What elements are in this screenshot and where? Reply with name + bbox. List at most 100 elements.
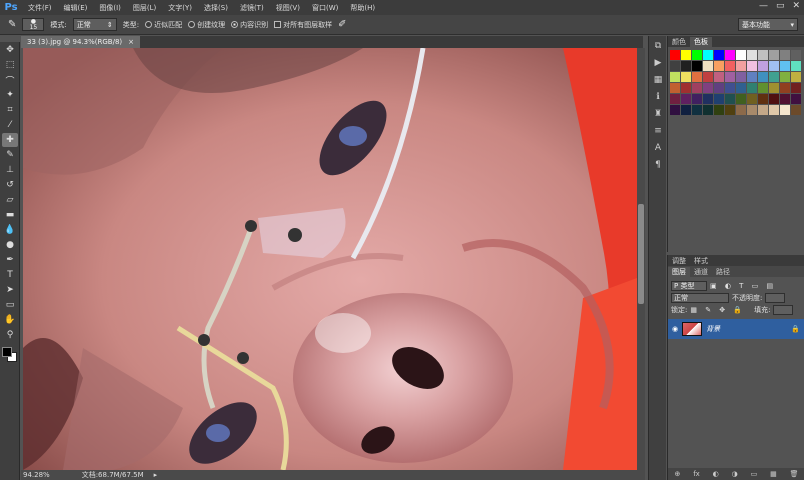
swatch[interactable] xyxy=(681,94,691,104)
swatch[interactable] xyxy=(758,50,768,60)
swatch[interactable] xyxy=(791,94,801,104)
swatch[interactable] xyxy=(769,94,779,104)
properties-icon[interactable]: ▦ xyxy=(651,73,665,87)
swatch[interactable] xyxy=(736,83,746,93)
pressure-icon[interactable]: ✐ xyxy=(338,19,346,30)
spot-healing-icon[interactable]: ✚ xyxy=(2,133,18,147)
blend-mode-select[interactable]: 正常 xyxy=(671,293,729,303)
status-arrow-icon[interactable]: ▸ xyxy=(154,471,158,479)
actions-icon[interactable]: ▶ xyxy=(651,56,665,70)
history-icon[interactable]: ⧉ xyxy=(651,39,665,53)
crop-tool-icon[interactable]: ⌗ xyxy=(2,103,18,117)
vertical-scrollbar[interactable] xyxy=(637,48,645,470)
swatch[interactable] xyxy=(725,72,735,82)
swatch[interactable] xyxy=(714,50,724,60)
menu-item-7[interactable]: 视图(V) xyxy=(270,3,306,13)
lasso-tool-icon[interactable]: ⌒ xyxy=(2,73,18,87)
doc-info[interactable]: 文档:68.7M/67.5M xyxy=(82,470,144,480)
menu-item-1[interactable]: 编辑(E) xyxy=(58,3,94,13)
dodge-icon[interactable]: ● xyxy=(2,238,18,252)
swatch[interactable] xyxy=(736,94,746,104)
brush-tool-preset-icon[interactable]: ✎ xyxy=(8,19,16,30)
swatch[interactable] xyxy=(791,50,801,60)
swatch[interactable] xyxy=(780,61,790,71)
swatch[interactable] xyxy=(736,50,746,60)
zoom-icon[interactable]: ⚲ xyxy=(2,328,18,342)
tab-layers[interactable]: 图层 xyxy=(668,267,690,277)
eye-icon[interactable]: ◉ xyxy=(672,325,678,333)
swatch[interactable] xyxy=(747,94,757,104)
layers-footer-icon-3[interactable]: ◑ xyxy=(732,470,738,478)
swatch[interactable] xyxy=(791,61,801,71)
swatch[interactable] xyxy=(747,61,757,71)
minimize-button[interactable]: — xyxy=(759,1,768,11)
layers-footer-icon-0[interactable]: ⊕ xyxy=(674,470,680,478)
layers-footer-icon-6[interactable]: 🗑 xyxy=(790,470,799,478)
history-brush-icon[interactable]: ↺ xyxy=(2,178,18,192)
swatch[interactable] xyxy=(714,94,724,104)
info-icon[interactable]: ℹ xyxy=(651,90,665,104)
swatch[interactable] xyxy=(791,83,801,93)
hand-icon[interactable]: ✋ xyxy=(2,313,18,327)
swatch[interactable] xyxy=(758,72,768,82)
swatch[interactable] xyxy=(780,72,790,82)
swatch[interactable] xyxy=(758,61,768,71)
close-button[interactable]: ✕ xyxy=(792,1,800,11)
swatch[interactable] xyxy=(703,83,713,93)
eyedropper-icon[interactable]: ⁄ xyxy=(2,118,18,132)
swatch[interactable] xyxy=(780,83,790,93)
path-select-icon[interactable]: ➤ xyxy=(2,283,18,297)
swatch[interactable] xyxy=(791,105,801,115)
swatch[interactable] xyxy=(703,72,713,82)
swatch[interactable] xyxy=(703,61,713,71)
swatch[interactable] xyxy=(769,105,779,115)
swatch[interactable] xyxy=(670,94,680,104)
fill-field[interactable] xyxy=(773,305,794,315)
swatch[interactable] xyxy=(769,72,779,82)
maximize-button[interactable]: ▭ xyxy=(776,1,785,11)
zoom-level[interactable]: 94.28% xyxy=(23,471,50,479)
opacity-field[interactable] xyxy=(765,293,786,303)
swatch[interactable] xyxy=(769,83,779,93)
swatch[interactable] xyxy=(725,105,735,115)
swatch[interactable] xyxy=(758,94,768,104)
menu-item-2[interactable]: 图像(I) xyxy=(93,3,127,13)
tab-channels[interactable]: 通道 xyxy=(690,267,712,277)
swatch[interactable] xyxy=(780,105,790,115)
swatch[interactable] xyxy=(681,83,691,93)
swatch[interactable] xyxy=(714,72,724,82)
radio-create-texture[interactable]: 创建纹理 xyxy=(188,20,225,30)
clone-stamp-icon[interactable]: ⊥ xyxy=(2,163,18,177)
menu-item-9[interactable]: 帮助(H) xyxy=(344,3,381,13)
swatch[interactable] xyxy=(703,94,713,104)
shape-icon[interactable]: ▭ xyxy=(2,298,18,312)
layers-footer-icon-1[interactable]: fx xyxy=(693,470,700,478)
brush-presets-icon[interactable]: ♜ xyxy=(651,107,665,121)
tab-adjustments[interactable]: 调整 xyxy=(668,256,690,266)
swatch[interactable] xyxy=(780,50,790,60)
layer-kind-filter[interactable]: P 类型 xyxy=(671,281,707,291)
menu-item-6[interactable]: 滤镜(T) xyxy=(234,3,270,13)
close-icon[interactable]: × xyxy=(128,38,134,46)
swatch[interactable] xyxy=(758,105,768,115)
swatch[interactable] xyxy=(670,105,680,115)
swatch[interactable] xyxy=(747,105,757,115)
swatch[interactable] xyxy=(714,83,724,93)
filter-icons[interactable]: ▣ ◐ T ▭ ▤ xyxy=(710,282,776,290)
marquee-tool-icon[interactable]: ⬚ xyxy=(2,58,18,72)
swatch[interactable] xyxy=(747,72,757,82)
swatch[interactable] xyxy=(703,105,713,115)
swatch[interactable] xyxy=(692,83,702,93)
swatch[interactable] xyxy=(714,105,724,115)
layers-footer-icon-5[interactable]: ▦ xyxy=(770,470,777,478)
tool-presets-icon[interactable]: ≡ xyxy=(651,124,665,138)
swatch[interactable] xyxy=(681,50,691,60)
swatch[interactable] xyxy=(769,50,779,60)
layer-name[interactable]: 背景 xyxy=(706,324,720,334)
scroll-thumb[interactable] xyxy=(638,204,644,304)
eraser-icon[interactable]: ▱ xyxy=(2,193,18,207)
swatch[interactable] xyxy=(670,83,680,93)
swatch[interactable] xyxy=(692,105,702,115)
paragraph-icon[interactable]: ¶ xyxy=(651,158,665,172)
menu-item-4[interactable]: 文字(Y) xyxy=(162,3,198,13)
